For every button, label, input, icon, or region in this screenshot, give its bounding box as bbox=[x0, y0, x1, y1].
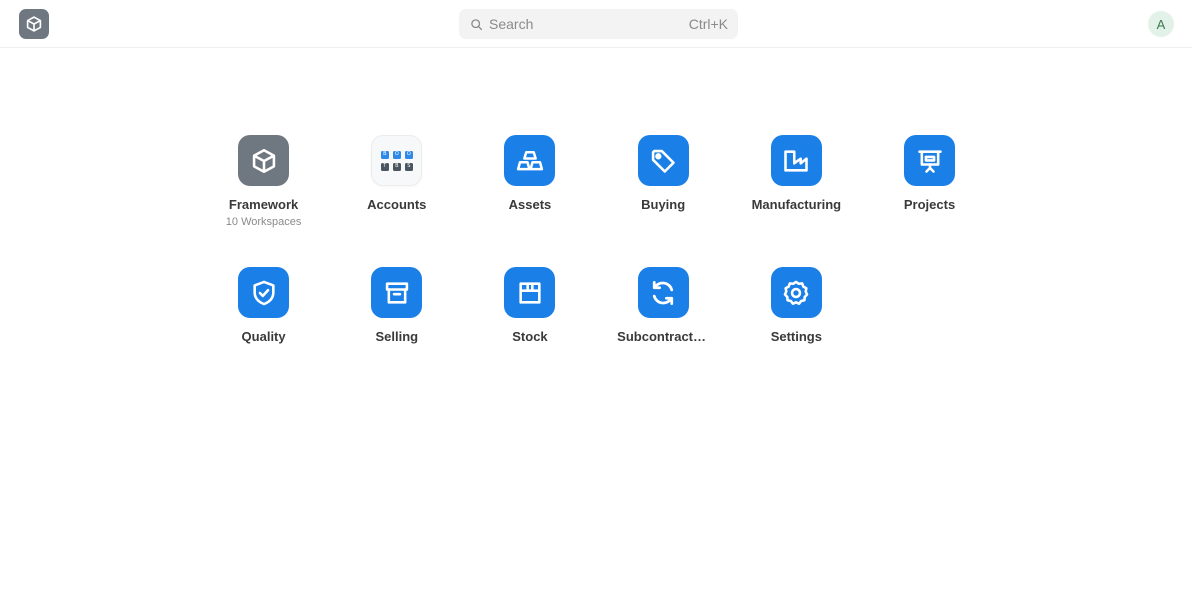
search-bar[interactable]: Search Ctrl+K bbox=[459, 9, 738, 39]
app-tile-settings[interactable]: Settings bbox=[730, 267, 863, 399]
app-label: Accounts bbox=[367, 197, 427, 212]
app-icon-quality bbox=[238, 267, 290, 318]
app-subtitle: 10 Workspaces bbox=[225, 216, 302, 228]
app-logo-button[interactable] bbox=[19, 9, 49, 39]
app-icon-stock bbox=[504, 267, 556, 318]
app-icon-projects bbox=[904, 135, 956, 186]
accounts-grid-cell: S bbox=[404, 162, 413, 171]
app-label: Projects bbox=[903, 197, 956, 212]
app-label: Selling bbox=[375, 329, 419, 344]
cube-icon bbox=[252, 148, 275, 173]
search-placeholder: Search bbox=[489, 16, 534, 32]
accounts-grid-cell: O bbox=[404, 150, 413, 159]
refresh-icon bbox=[653, 280, 674, 305]
app-icon-accounts: B O O T B S bbox=[371, 135, 423, 186]
app-label: Framework bbox=[228, 197, 299, 212]
factory-icon bbox=[784, 149, 809, 172]
gold-bars-icon bbox=[516, 150, 544, 170]
app-label: Assets bbox=[508, 197, 552, 212]
app-label: Quality bbox=[241, 329, 286, 344]
accounts-grid-cell: T bbox=[380, 162, 389, 171]
presentation-board-icon bbox=[917, 149, 942, 173]
search-shortcut-hint: Ctrl+K bbox=[688, 16, 728, 32]
app-tile-manufacturing[interactable]: Manufacturing bbox=[730, 135, 863, 267]
app-label: Subcontracting bbox=[617, 329, 710, 344]
app-label: Manufacturing bbox=[751, 197, 842, 212]
package-icon bbox=[519, 281, 541, 304]
accounts-grid-cell: B bbox=[392, 162, 401, 171]
cube-icon bbox=[26, 16, 42, 32]
top-bar: Search Ctrl+K A bbox=[0, 0, 1192, 48]
app-label: Buying bbox=[641, 197, 686, 212]
accounts-grid-cell: O bbox=[392, 150, 401, 159]
accounts-grid-cell: B bbox=[380, 150, 389, 159]
tag-icon bbox=[651, 149, 675, 173]
archive-box-icon bbox=[385, 281, 408, 304]
app-tile-projects[interactable]: Projects bbox=[863, 135, 996, 267]
accounts-grid-icon: B O O T B S bbox=[380, 150, 413, 171]
user-avatar[interactable]: A bbox=[1148, 11, 1174, 37]
app-icon-buying bbox=[637, 135, 689, 186]
gear-icon bbox=[783, 280, 809, 305]
search-icon bbox=[469, 17, 483, 31]
app-icon-framework bbox=[238, 135, 290, 186]
app-tile-buying[interactable]: Buying bbox=[597, 135, 730, 267]
app-icon-settings bbox=[770, 267, 822, 318]
app-icon-manufacturing bbox=[770, 135, 822, 186]
app-tile-stock[interactable]: Stock bbox=[463, 267, 596, 399]
app-icon-selling bbox=[371, 267, 423, 318]
app-tile-selling[interactable]: Selling bbox=[330, 267, 463, 399]
app-tile-subcontracting[interactable]: Subcontracting bbox=[597, 267, 730, 399]
app-label: Settings bbox=[770, 329, 822, 344]
app-label: Stock bbox=[512, 329, 548, 344]
shield-check-icon bbox=[252, 280, 275, 305]
app-icon-subcontracting bbox=[637, 267, 689, 318]
app-tile-quality[interactable]: Quality bbox=[197, 267, 330, 399]
app-tile-assets[interactable]: Assets bbox=[463, 135, 596, 267]
app-tile-accounts[interactable]: B O O T B S Accounts bbox=[330, 135, 463, 267]
apps-grid: Framework 10 Workspaces B O O T B S Acco… bbox=[197, 135, 997, 399]
app-icon-assets bbox=[504, 135, 556, 186]
app-tile-framework[interactable]: Framework 10 Workspaces bbox=[197, 135, 330, 267]
